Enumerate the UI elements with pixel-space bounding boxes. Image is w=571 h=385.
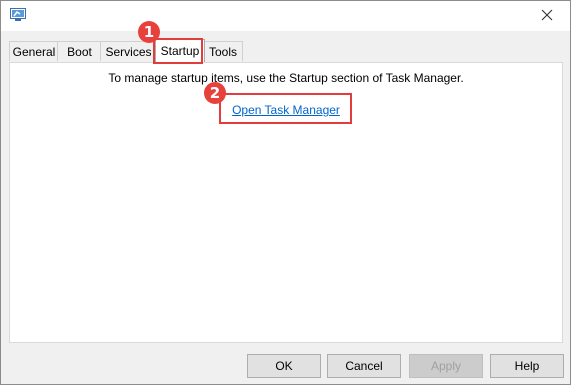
tab-strip: General Boot Services Startup Tools	[9, 39, 561, 63]
startup-panel: To manage startup items, use the Startup…	[9, 62, 563, 343]
title-bar	[1, 1, 570, 31]
help-button[interactable]: Help	[490, 354, 564, 378]
close-button[interactable]	[524, 1, 570, 31]
step-2-marker: 2	[204, 82, 226, 104]
open-task-manager-link[interactable]: Open Task Manager	[232, 103, 340, 117]
startup-message: To manage startup items, use the Startup…	[108, 71, 464, 85]
tab-startup[interactable]: Startup	[155, 39, 205, 62]
close-icon	[541, 9, 553, 24]
system-configuration-window: General Boot Services Startup Tools To m…	[0, 0, 571, 385]
tab-boot[interactable]: Boot	[57, 41, 102, 61]
apply-button[interactable]: Apply	[409, 354, 483, 378]
cancel-button[interactable]: Cancel	[327, 354, 401, 378]
tab-general[interactable]: General	[9, 41, 59, 61]
app-icon	[10, 8, 26, 22]
open-task-manager-row: Open Task Manager	[10, 103, 562, 117]
step-1-marker: 1	[138, 21, 160, 43]
ok-button[interactable]: OK	[247, 354, 321, 378]
tab-services[interactable]: Services	[100, 41, 157, 61]
tab-tools[interactable]: Tools	[203, 41, 243, 61]
